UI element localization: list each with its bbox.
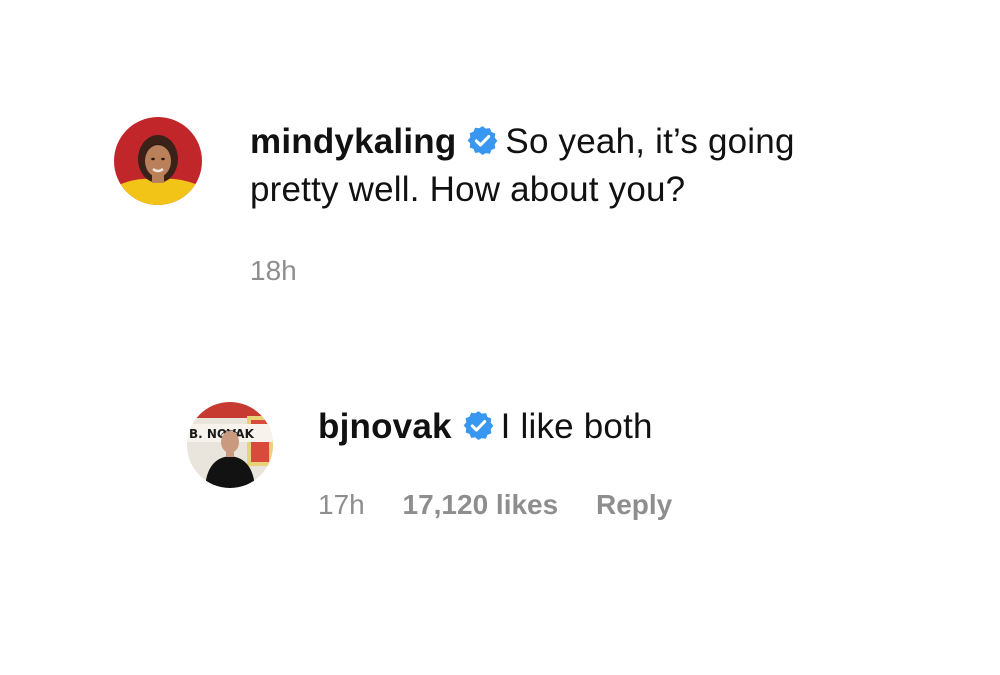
verified-badge-icon [466, 124, 499, 157]
avatar-mindykaling[interactable] [114, 117, 202, 205]
username[interactable]: bjnovak [318, 407, 452, 446]
avatar-bjnovak[interactable]: B. NOVAK [187, 402, 273, 488]
comment-body: bjnovak I like both [318, 403, 918, 451]
timestamp[interactable]: 18h [250, 255, 297, 286]
comment-text: I like both [500, 407, 653, 446]
comment-meta: 18h [250, 253, 327, 289]
timestamp[interactable]: 17h [318, 489, 365, 520]
comment-body: mindykaling So yeah, it’s going pretty w… [250, 118, 890, 214]
likes-count[interactable]: 17,120 likes [403, 489, 559, 520]
verified-badge-icon [462, 409, 495, 442]
username[interactable]: mindykaling [250, 122, 456, 161]
comment-meta: 17h 17,120 likes Reply [318, 487, 702, 523]
reply-button[interactable]: Reply [596, 489, 672, 520]
